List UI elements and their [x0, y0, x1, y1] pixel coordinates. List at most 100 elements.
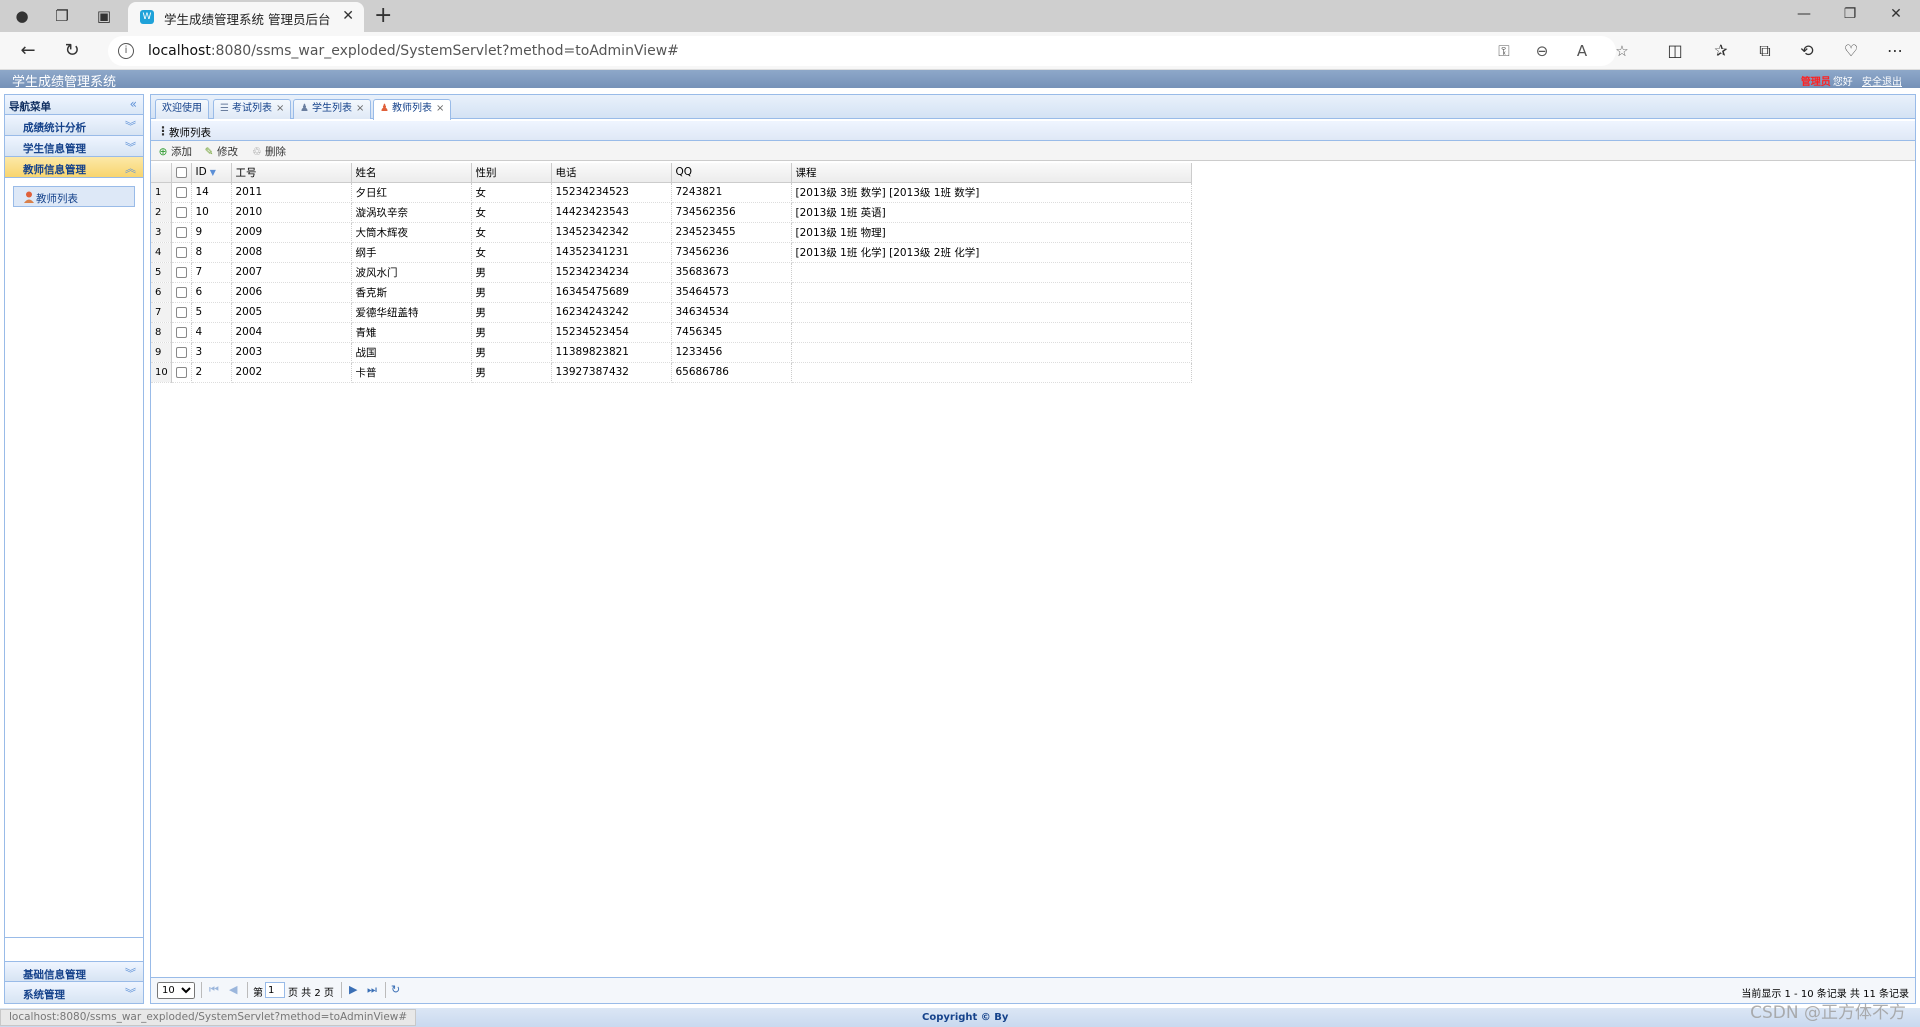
profile-icon[interactable]: ● [12, 6, 32, 26]
vertical-tabs-icon[interactable]: ▣ [94, 6, 114, 26]
minimize-icon[interactable]: — [1794, 6, 1814, 22]
column-header-name[interactable]: 姓名 [351, 163, 472, 183]
cell-number: 2011 [231, 182, 352, 203]
zoom-icon[interactable]: ⊖ [1532, 42, 1552, 60]
row-number: 6 [151, 282, 172, 303]
expand-chevron-icon: ︾ [125, 141, 136, 154]
url-field[interactable]: i localhost:8080/ssms_war_exploded/Syste… [108, 36, 1629, 66]
logout-link[interactable]: 安全退出 [1862, 77, 1902, 88]
table-row[interactable]: 4 8 2008 纲手女 14352341231 73456236 [2013级 1班 化学… [151, 242, 1192, 263]
tab-teacher-list[interactable]: ♟ 教师列表 × [373, 99, 452, 120]
column-header-qq[interactable]: QQ [671, 163, 792, 183]
row-checkbox[interactable] [171, 222, 192, 243]
cell-name: 夕日红 [351, 182, 472, 203]
nav-section-system[interactable]: 系统管理 ︾ [5, 982, 143, 1003]
tab-close-icon[interactable]: ✕ [342, 8, 354, 24]
table-row[interactable]: 10 2 2002 卡普男 13927387432 65686786 [151, 362, 1192, 383]
cell-phone: 15234234234 [551, 262, 672, 283]
header-user-links: 管理员 您好 安全退出 [1795, 73, 1902, 88]
nav-item-teacher-list[interactable]: 教师列表 [13, 186, 135, 207]
cell-course [791, 282, 1192, 303]
tab-welcome[interactable]: 欢迎使用 [155, 99, 209, 119]
tab-label: 考试列表 [231, 103, 272, 114]
nav-section-score-analysis[interactable]: 成绩统计分析 ︾ [5, 115, 143, 136]
delete-button[interactable]: ♲ 删除 [251, 144, 286, 159]
row-checkbox[interactable] [171, 202, 192, 223]
nav-section-student-info[interactable]: 学生信息管理 ︾ [5, 136, 143, 157]
workspaces-icon[interactable]: ❐ [52, 6, 72, 26]
refresh-grid-icon[interactable]: ↻ [391, 983, 400, 996]
back-icon[interactable]: ← [16, 40, 40, 61]
panel-title: 教师列表 [169, 127, 211, 139]
cell-id: 6 [191, 282, 232, 303]
prev-page-icon[interactable]: ◀ [229, 983, 237, 996]
table-row[interactable]: 1 14 2011 夕日红女 15234234523 7243821 [2013级 3班 数… [151, 182, 1192, 203]
site-info-icon[interactable]: i [118, 43, 134, 59]
more-menu-icon[interactable]: ⋯ [1884, 41, 1906, 60]
row-checkbox[interactable] [171, 182, 192, 203]
restore-icon[interactable]: ❐ [1840, 6, 1860, 22]
table-row[interactable]: 3 9 2009 大筒木辉夜女 13452342342 234523455 [2013级 1… [151, 222, 1192, 243]
copyright-text: Copyright © By [922, 1012, 1009, 1023]
table-row[interactable]: 5 7 2007 波风水门男 15234234234 35683673 [151, 262, 1192, 283]
new-tab-button[interactable]: + [374, 3, 392, 28]
cell-name: 卡普 [351, 362, 472, 383]
cell-qq: 1233456 [671, 342, 792, 363]
tab-close-icon[interactable]: × [276, 103, 284, 114]
row-checkbox[interactable] [171, 302, 192, 323]
favorites-icon[interactable]: ✰ [1710, 41, 1732, 60]
browser-tab-active[interactable]: W 学生成绩管理系统 管理员后台 ✕ [128, 2, 364, 32]
table-row[interactable]: 6 6 2006 香克斯男 16345475689 35464573 [151, 282, 1192, 303]
cell-sex: 男 [471, 282, 552, 303]
table-row[interactable]: 7 5 2005 爱德华纽盖特男 16234243242 34634534 [151, 302, 1192, 323]
tab-exam-list[interactable]: ☰ 考试列表 × [213, 99, 292, 119]
page-size-select[interactable]: 10 [157, 982, 195, 999]
row-number: 1 [151, 182, 172, 203]
row-number: 10 [151, 362, 172, 383]
history-icon[interactable]: ⟲ [1796, 41, 1818, 60]
drag-handle-icon: ⋮ [157, 124, 169, 138]
column-header-id[interactable]: ID ▼ [191, 163, 232, 183]
add-button[interactable]: ⊕ 添加 [157, 144, 192, 159]
collapse-double-left-icon[interactable]: « [130, 97, 137, 111]
row-checkbox[interactable] [171, 262, 192, 283]
nav-section-basic-info[interactable]: 基础信息管理 ︾ [5, 961, 143, 982]
read-aloud-icon[interactable]: A [1572, 42, 1592, 60]
window-close-icon[interactable]: ✕ [1886, 6, 1906, 22]
expand-chevron-icon: ︾ [125, 120, 136, 133]
next-page-icon[interactable]: ▶ [349, 983, 357, 996]
table-row[interactable]: 2 10 2010 漩涡玖辛奈女 14423423543 734562356 [2013级 … [151, 202, 1192, 223]
table-row[interactable]: 9 3 2003 战国男 11389823821 1233456 [151, 342, 1192, 363]
split-screen-icon[interactable]: ◫ [1664, 41, 1686, 60]
column-header-sex[interactable]: 性别 [471, 163, 552, 183]
last-page-icon[interactable]: ⏭ [367, 983, 377, 997]
collections-icon[interactable]: ⧉ [1754, 41, 1776, 61]
tab-student-list[interactable]: ♟ 学生列表 × [293, 99, 372, 119]
favorite-star-icon[interactable]: ☆ [1612, 42, 1632, 60]
row-checkbox[interactable] [171, 362, 192, 383]
row-checkbox[interactable] [171, 242, 192, 263]
row-checkbox[interactable] [171, 322, 192, 343]
row-checkbox[interactable] [171, 342, 192, 363]
table-row[interactable]: 8 4 2004 青雉男 15234523454 7456345 [151, 322, 1192, 343]
tab-close-icon[interactable]: × [356, 103, 364, 114]
nav-menu-panel: 导航菜单 « 成绩统计分析 ︾ 学生信息管理 ︾ 教师信息管理 ︽ 教师列表 基… [4, 94, 144, 1004]
edit-button[interactable]: ✎ 修改 [203, 144, 238, 159]
tab-close-icon[interactable]: × [436, 103, 444, 114]
column-header-phone[interactable]: 电话 [551, 163, 672, 183]
row-checkbox[interactable] [171, 282, 192, 303]
first-page-icon[interactable]: ⏮ [209, 983, 219, 997]
nav-section-body: 教师列表 [5, 178, 143, 938]
refresh-icon[interactable]: ↻ [60, 40, 84, 61]
nav-section-teacher-info[interactable]: 教师信息管理 ︽ [5, 157, 143, 178]
page-number-input[interactable] [265, 982, 285, 998]
cell-course [791, 262, 1192, 283]
select-all-checkbox[interactable] [171, 163, 192, 183]
performance-icon[interactable]: ♡ [1840, 41, 1862, 60]
cell-qq: 7243821 [671, 182, 792, 203]
expand-chevron-icon: ︾ [125, 987, 136, 1000]
key-icon[interactable]: ⚿ [1494, 42, 1514, 60]
column-header-course[interactable]: 课程 [791, 163, 1192, 183]
column-header-number[interactable]: 工号 [231, 163, 352, 183]
cell-name: 青雉 [351, 322, 472, 343]
